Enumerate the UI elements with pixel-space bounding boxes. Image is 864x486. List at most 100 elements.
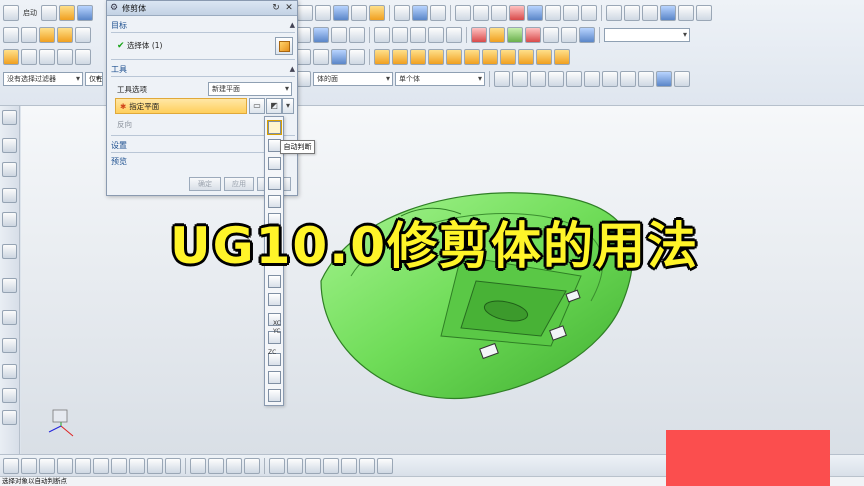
feature-2-icon[interactable] [392, 49, 408, 65]
section-icon[interactable] [430, 5, 446, 21]
arc-icon[interactable] [392, 27, 408, 43]
sketch-offset-icon[interactable] [244, 457, 260, 474]
extrude-icon[interactable] [39, 27, 55, 43]
sew-icon[interactable] [489, 27, 505, 43]
sketch-mirror-icon[interactable] [341, 457, 357, 474]
coefficients-plane-icon[interactable] [268, 293, 281, 306]
selection-filter-combo[interactable]: 没有选择过滤器 [3, 72, 83, 86]
assembly-scope-combo[interactable]: 仅在工 [85, 72, 103, 86]
start-icon[interactable] [3, 5, 19, 21]
feature-3-icon[interactable] [410, 49, 426, 65]
revolve-icon[interactable] [57, 27, 73, 43]
bridge-curve-icon[interactable] [446, 27, 462, 43]
sketch-fillet-icon[interactable] [111, 457, 127, 474]
specify-plane-row[interactable]: ✱ 指定平面 [115, 98, 247, 114]
mesh-icon[interactable] [660, 5, 676, 21]
open-file-icon[interactable] [59, 5, 75, 21]
inferred-plane-icon[interactable] [267, 120, 282, 135]
hole-icon[interactable] [75, 27, 91, 43]
sketch-line-icon[interactable] [39, 457, 55, 474]
collapse-caret-icon[interactable]: ▲ [290, 21, 295, 29]
snap-on-curve-icon[interactable] [656, 71, 672, 87]
block-icon[interactable] [313, 27, 329, 43]
select-body-button[interactable] [275, 37, 293, 55]
dialog-titlebar[interactable]: ⚙ 修剪体 ↻ ✕ [107, 1, 297, 16]
rotate-icon[interactable] [545, 5, 561, 21]
feature-9-icon[interactable] [518, 49, 534, 65]
start-menu-label[interactable]: 启动 [21, 8, 39, 18]
measure-icon[interactable] [473, 5, 489, 21]
project-curve-icon[interactable] [428, 27, 444, 43]
sketch-convert-icon[interactable] [323, 457, 339, 474]
sketch-spline-icon[interactable] [165, 457, 181, 474]
chamfer-icon[interactable] [561, 27, 577, 43]
pan-icon[interactable] [563, 5, 579, 21]
layout-icon[interactable] [315, 5, 331, 21]
feature-5-icon[interactable] [446, 49, 462, 65]
tool-section-header[interactable]: 工具 ▲ [111, 63, 295, 75]
bisector-plane-icon[interactable] [268, 177, 281, 190]
sketch-polygon-icon[interactable] [147, 457, 163, 474]
csys-icon[interactable] [412, 5, 428, 21]
zoom-icon[interactable] [581, 5, 597, 21]
part-navigator-icon[interactable] [2, 188, 17, 203]
split-body-icon[interactable] [525, 27, 541, 43]
web-browser-icon[interactable] [2, 244, 17, 259]
feature-11-icon[interactable] [554, 49, 570, 65]
sketch-profile-icon[interactable] [21, 457, 37, 474]
view-cube-icon[interactable] [527, 5, 543, 21]
snap-crosshair-icon[interactable] [638, 71, 654, 87]
sketch-point-icon[interactable] [129, 457, 145, 474]
sketch-dimension-icon[interactable] [269, 457, 285, 474]
pattern-icon[interactable] [3, 49, 19, 65]
layer-icon[interactable] [455, 5, 471, 21]
process-studio-icon[interactable] [2, 338, 17, 353]
select-body-row[interactable]: ✔ 选择体 (1) [117, 40, 162, 51]
feature-8-icon[interactable] [500, 49, 516, 65]
feature-7-icon[interactable] [482, 49, 498, 65]
plane-type-button[interactable]: ◩ [266, 98, 282, 114]
close-icon[interactable]: ✕ [284, 3, 294, 13]
sketch-trim-icon[interactable] [190, 457, 206, 474]
ok-button[interactable]: 确定 [189, 177, 221, 191]
replace-face-icon[interactable] [313, 49, 329, 65]
constraint-navigator-icon[interactable] [2, 162, 17, 177]
analysis-icon[interactable] [509, 5, 525, 21]
edge-blend-icon[interactable] [543, 27, 559, 43]
snap-intersect-icon[interactable] [548, 71, 564, 87]
background-icon[interactable] [394, 5, 410, 21]
back-arrow-icon[interactable] [268, 389, 281, 402]
shell-icon[interactable] [579, 27, 595, 43]
wave-icon[interactable] [2, 410, 17, 425]
sketch-icon[interactable] [491, 5, 507, 21]
sketch-project-icon[interactable] [377, 457, 393, 474]
feature-6-icon[interactable] [464, 49, 480, 65]
sketch-rect-icon[interactable] [93, 457, 109, 474]
surface-icon[interactable] [606, 5, 622, 21]
sketch-arc-icon[interactable] [57, 457, 73, 474]
offset-face-icon[interactable] [57, 49, 73, 65]
plane-dialog-button[interactable]: ▭ [249, 98, 265, 114]
sketch-circle-icon[interactable] [75, 457, 91, 474]
loft-icon[interactable] [642, 5, 658, 21]
assembly-navigator-icon[interactable] [2, 138, 17, 153]
line-icon[interactable] [374, 27, 390, 43]
tool-option-select[interactable]: 新建平面 [208, 82, 292, 96]
feature-10-icon[interactable] [536, 49, 552, 65]
roles-icon[interactable] [2, 364, 17, 379]
view-plane-icon[interactable] [268, 371, 281, 384]
sketch-pattern-icon[interactable] [359, 457, 375, 474]
feature-1-icon[interactable] [374, 49, 390, 65]
sweep-icon[interactable] [624, 5, 640, 21]
sketch-finish-icon[interactable] [3, 457, 19, 474]
trim-sheet-icon[interactable] [471, 27, 487, 43]
delete-face-icon[interactable] [331, 49, 347, 65]
apply-button[interactable]: 应用 [224, 177, 254, 191]
thicken-icon[interactable] [507, 27, 523, 43]
curve-icon[interactable] [21, 27, 37, 43]
snap-control-icon[interactable] [530, 71, 546, 87]
studio-icon[interactable] [678, 5, 694, 21]
cylinder-icon[interactable] [331, 27, 347, 43]
collapse-caret-icon[interactable]: ▲ [290, 65, 295, 73]
plane-type-dropdown[interactable]: ▾ [282, 98, 294, 114]
